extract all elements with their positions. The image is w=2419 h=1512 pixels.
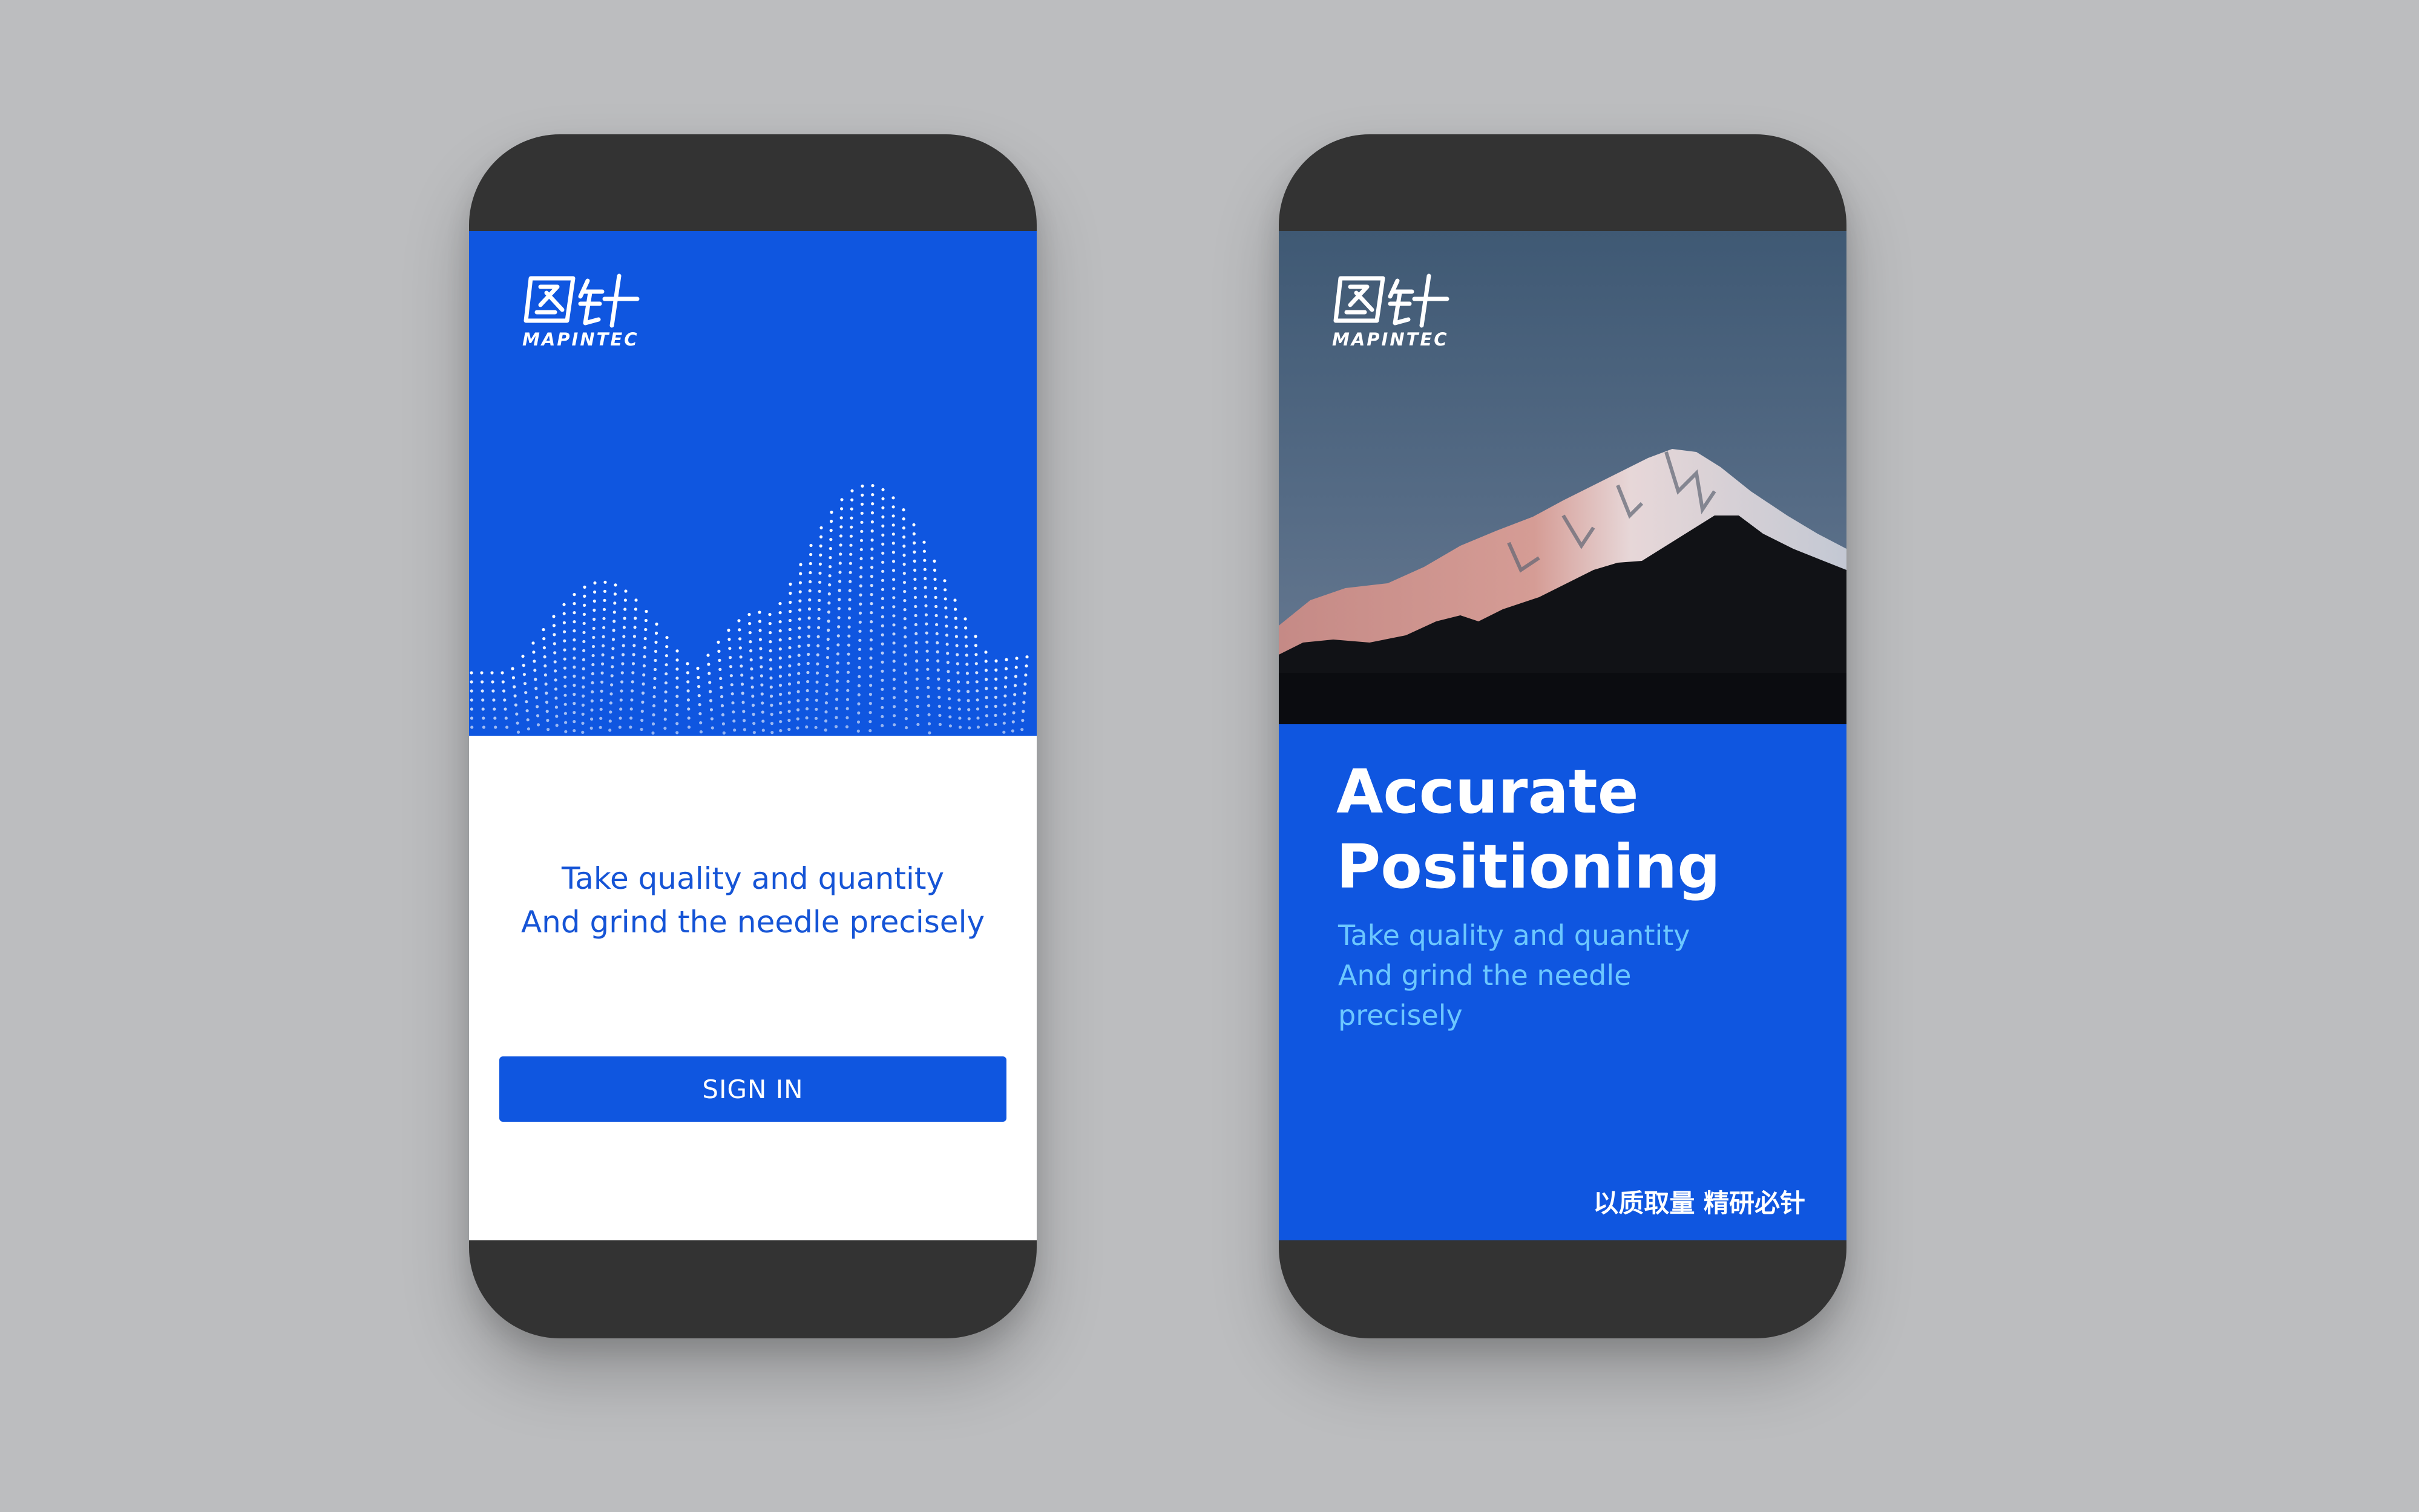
brand-logo: MAPINTEC bbox=[522, 272, 649, 350]
subline: Take quality and quantity And grind the … bbox=[1338, 915, 1690, 1035]
headline-line-2: Positioning bbox=[1336, 831, 1721, 902]
logo-text: MAPINTEC bbox=[522, 329, 639, 350]
phone-left: MAPINTEC Take quality and quantity And g… bbox=[469, 134, 1037, 1338]
logo-mark-icon bbox=[524, 273, 640, 328]
mountain-photo: MAPINTEC bbox=[1279, 231, 1846, 724]
logo-text-right: MAPINTEC bbox=[1332, 329, 1449, 350]
headline: Accurate Positioning bbox=[1336, 754, 1721, 905]
hero-banner: MAPINTEC bbox=[469, 231, 1037, 736]
headline-line-1: Accurate bbox=[1336, 756, 1639, 827]
brand-logo-right: MAPINTEC bbox=[1332, 272, 1459, 350]
splash-panel: Accurate Positioning Take quality and qu… bbox=[1279, 724, 1846, 1240]
tagline-line-1: Take quality and quantity bbox=[561, 861, 945, 896]
phone-right: MAPINTEC Accurate Positioning Take quali… bbox=[1279, 134, 1846, 1338]
subline-line-1: Take quality and quantity bbox=[1338, 919, 1690, 952]
tagline-line-2: And grind the needle precisely bbox=[520, 905, 985, 940]
sign-in-button[interactable]: SIGN IN bbox=[499, 1056, 1006, 1122]
logo-mark-icon bbox=[1333, 273, 1449, 328]
subline-line-3: precisely bbox=[1338, 999, 1463, 1032]
welcome-screen: MAPINTEC Take quality and quantity And g… bbox=[469, 231, 1037, 1240]
splash-screen: MAPINTEC Accurate Positioning Take quali… bbox=[1279, 231, 1846, 1240]
mockup-stage: MAPINTEC Take quality and quantity And g… bbox=[0, 0, 2419, 1512]
welcome-panel: Take quality and quantity And grind the … bbox=[469, 736, 1037, 1240]
tagline: Take quality and quantity And grind the … bbox=[469, 857, 1037, 944]
subline-line-2: And grind the needle bbox=[1338, 959, 1632, 992]
chinese-slogan: 以质取量 精研必针 bbox=[1593, 1188, 1805, 1218]
